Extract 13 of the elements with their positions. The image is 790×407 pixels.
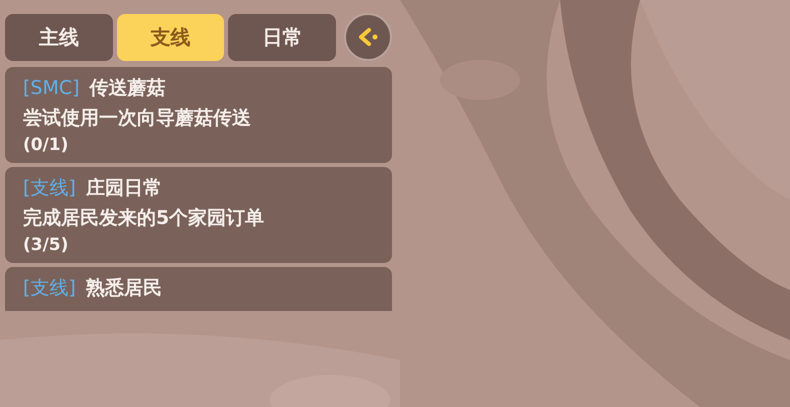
quest-tag: [支线] bbox=[23, 175, 76, 201]
quest-title: 熟悉居民 bbox=[86, 276, 162, 301]
quest-tag: [SMC] bbox=[23, 75, 80, 101]
quest-title: 庄园日常 bbox=[86, 176, 162, 201]
tab[interactable]: 支线 bbox=[116, 14, 224, 60]
tab[interactable]: 主线 bbox=[5, 14, 113, 60]
quest-tag: [支线] bbox=[23, 275, 76, 301]
quest-card[interactable]: [支线] 熟悉居民 bbox=[5, 267, 392, 311]
quest-description: 完成居民发来的5个家园订单 bbox=[23, 206, 266, 231]
quest-description: 尝试使用一次向导蘑菇传送 bbox=[23, 106, 252, 131]
quest-title: 传送蘑菇 bbox=[90, 76, 166, 101]
tab[interactable]: 日常 bbox=[228, 14, 336, 60]
chevron-left-icon bbox=[357, 28, 380, 46]
